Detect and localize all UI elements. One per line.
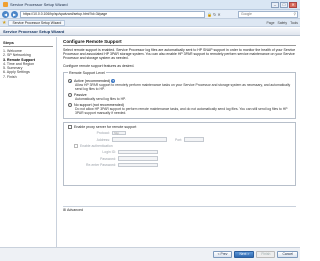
app-icon bbox=[3, 2, 8, 7]
username-label: Login ID: bbox=[102, 150, 116, 155]
window-controls: – □ ✕ bbox=[271, 1, 297, 8]
address-row: Address: Port: bbox=[68, 137, 291, 142]
passive-radio[interactable] bbox=[68, 93, 72, 98]
address-bar: ◀ ▶ https://10.0.0.106/hp/sp/spwizard/se… bbox=[0, 10, 300, 19]
maximize-button[interactable]: □ bbox=[280, 1, 288, 8]
proxy-enable-label: Enable proxy server for remote support bbox=[74, 125, 137, 130]
repassword-input[interactable] bbox=[118, 162, 158, 168]
step-item: 7. Finish bbox=[3, 74, 17, 79]
page-title: Configure Remote Support bbox=[63, 39, 296, 46]
finish-button[interactable]: Finish bbox=[256, 251, 276, 258]
url-input[interactable]: https://10.0.0.106/hp/sp/spwizard/setup.… bbox=[20, 10, 205, 18]
browser-toolbar: Page Safety Tools bbox=[267, 21, 298, 25]
favorites-star-icon[interactable]: ★ bbox=[2, 20, 6, 26]
search-icon[interactable]: ⚲ bbox=[294, 12, 296, 17]
auth-label: Enable authentication bbox=[80, 144, 113, 149]
step-list: 1. Welcome 2. SP Networking 3. Remote Supp… bbox=[3, 49, 53, 79]
username-input[interactable] bbox=[118, 149, 158, 155]
steps-panel: Steps 1. Welcome 2. SP Networking 3. Remot… bbox=[0, 37, 57, 247]
close-window-button[interactable]: ✕ bbox=[289, 1, 297, 8]
address-label: Address: bbox=[96, 137, 110, 142]
back-icon[interactable]: ◀ bbox=[2, 10, 9, 18]
port-label: Port: bbox=[175, 137, 183, 142]
address-input[interactable] bbox=[112, 137, 167, 142]
auth-checkbox[interactable] bbox=[74, 144, 78, 149]
main-content: Configure Remote Support Select remote s… bbox=[61, 37, 298, 247]
window-title: Service Processor Setup Wizard bbox=[10, 2, 68, 7]
option-active[interactable]: Active (recommended)? Allow HP 3PAR supp… bbox=[68, 79, 291, 91]
cancel-button[interactable]: Cancel bbox=[277, 251, 298, 258]
auth-section: Enable authentication Login ID: Password… bbox=[68, 144, 291, 168]
status-text: Configure remote support features as des… bbox=[63, 63, 135, 68]
protocol-row: Protocol: http bbox=[68, 130, 291, 136]
wizard-footer: < Prev Next > Finish Cancel bbox=[0, 247, 300, 261]
password-input[interactable] bbox=[118, 156, 158, 161]
password-label: Password: bbox=[100, 156, 116, 161]
stop-icon[interactable]: ✕ bbox=[217, 12, 220, 17]
active-detail: Allow HP 3PAR support to remotely perfor… bbox=[75, 82, 291, 91]
page-description: Select remote support is enabled. Servic… bbox=[63, 48, 296, 61]
remote-support-level-group: Remote Support Level Active (recommended… bbox=[63, 70, 296, 120]
advanced-toggle[interactable]: ⊞ Advanced bbox=[63, 206, 296, 212]
steps-heading: Steps bbox=[3, 40, 53, 47]
auth-row[interactable]: Enable authentication bbox=[74, 144, 291, 149]
search-placeholder: Google bbox=[241, 11, 252, 16]
no-support-detail: Do not allow HP 3PAR support to perform … bbox=[75, 106, 288, 116]
port-input[interactable] bbox=[184, 137, 205, 142]
browser-tab[interactable]: Service Processor Setup Wizard bbox=[8, 19, 66, 26]
passive-detail: Automatically send log files to HP. bbox=[75, 96, 126, 101]
protocol-label: Protocol: bbox=[96, 131, 110, 136]
remote-support-level-legend: Remote Support Level bbox=[69, 70, 105, 75]
advanced-label: Advanced bbox=[67, 208, 83, 213]
wizard-header: Service Processor Setup Wizard bbox=[0, 28, 300, 36]
option-passive[interactable]: Passive Automatically send log files to … bbox=[68, 93, 291, 101]
protocol-select[interactable]: http bbox=[112, 130, 126, 136]
option-no-support[interactable]: No support (not recommended) Do not allo… bbox=[68, 103, 291, 115]
prev-button[interactable]: < Prev bbox=[212, 251, 233, 258]
forward-icon[interactable]: ▶ bbox=[11, 10, 18, 18]
window-titlebar: Service Processor Setup Wizard – □ ✕ bbox=[0, 0, 300, 10]
proxy-enable-checkbox[interactable] bbox=[68, 125, 72, 130]
proxy-settings-group: Enable proxy server for remote support P… bbox=[63, 122, 296, 187]
search-input[interactable]: Google ⚲ bbox=[238, 10, 298, 18]
page-menu[interactable]: Page bbox=[267, 21, 275, 25]
repassword-row: Re-enter Password: bbox=[74, 162, 291, 168]
username-row: Login ID: bbox=[74, 149, 291, 155]
browser-tab-row: ★ Service Processor Setup Wizard Page Sa… bbox=[0, 19, 300, 27]
next-button[interactable]: Next > bbox=[234, 251, 255, 258]
minimize-button[interactable]: – bbox=[271, 1, 279, 8]
footer-buttons: < Prev Next > Finish Cancel bbox=[212, 251, 298, 258]
refresh-icon[interactable]: ↻ bbox=[213, 12, 216, 17]
no-support-radio[interactable] bbox=[68, 103, 72, 108]
password-row: Password: bbox=[74, 156, 291, 161]
expand-icon: ⊞ bbox=[63, 208, 67, 213]
url-actions: 🔒 ↻ ✕ bbox=[207, 12, 221, 17]
tools-menu[interactable]: Tools bbox=[290, 21, 298, 25]
proxy-enable-row[interactable]: Enable proxy server for remote support bbox=[68, 125, 291, 130]
safety-menu[interactable]: Safety bbox=[277, 21, 287, 25]
repassword-label: Re-enter Password: bbox=[86, 163, 116, 168]
active-radio[interactable] bbox=[68, 78, 72, 83]
lock-icon[interactable]: 🔒 bbox=[207, 12, 212, 17]
